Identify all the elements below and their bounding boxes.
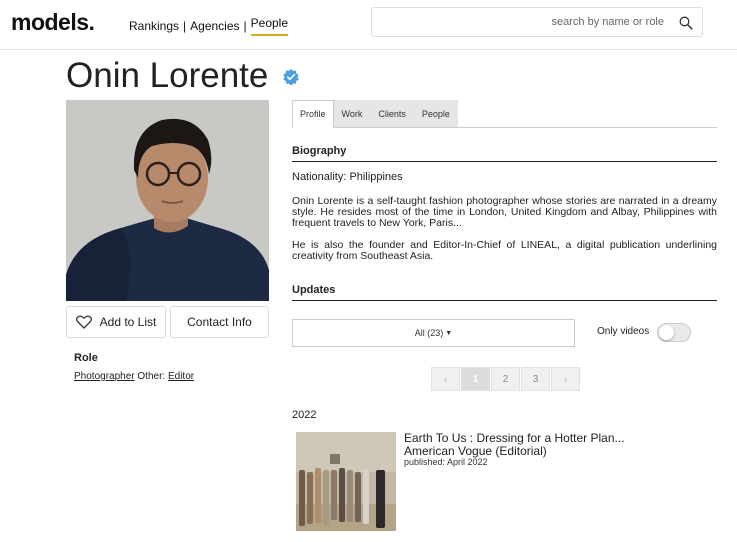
only-videos-label: Only videos <box>597 326 650 337</box>
tab-profile[interactable]: Profile <box>292 100 334 128</box>
profile-photo <box>66 100 269 301</box>
prev-page-button[interactable]: ‹ <box>431 367 460 391</box>
bio-paragraph-1: Onin Lorente is a self-taught fashion ph… <box>292 195 717 229</box>
updates-heading: Updates <box>292 284 717 301</box>
nav-separator: | <box>183 19 187 33</box>
only-videos-toggle[interactable] <box>657 323 691 342</box>
page-2-button[interactable]: 2 <box>491 367 520 391</box>
role-details: Photographer Other: Editor <box>74 371 194 382</box>
pagination: ‹ 1 2 3 › <box>431 367 581 391</box>
tab-clients[interactable]: Clients <box>370 100 414 127</box>
role-other-label: Other: <box>137 371 166 382</box>
updates-filter-dropdown[interactable]: All (23) ▼ <box>292 319 575 347</box>
bio-paragraph-2: He is also the founder and Editor-In-Chi… <box>292 239 717 262</box>
site-logo[interactable]: models. <box>11 9 95 36</box>
update-title[interactable]: Earth To Us : Dressing for a Hotter Plan… <box>404 431 625 445</box>
add-to-list-button[interactable]: Add to List <box>66 306 166 338</box>
biography-heading: Biography <box>292 145 717 162</box>
nav-rankings[interactable]: Rankings <box>129 19 179 33</box>
next-page-button[interactable]: › <box>551 367 580 391</box>
top-header: models. Rankings | Agencies | People <box>0 0 737 50</box>
search-box <box>371 7 703 37</box>
search-icon[interactable] <box>679 16 693 30</box>
search-input[interactable] <box>372 8 672 36</box>
verified-badge-icon <box>283 68 299 86</box>
toggle-knob <box>659 325 674 340</box>
nav-people[interactable]: People <box>250 16 289 36</box>
update-thumbnail[interactable] <box>296 432 396 531</box>
add-to-list-label: Add to List <box>99 315 157 329</box>
role-photographer-link[interactable]: Photographer <box>74 371 135 382</box>
nationality-text: Nationality: Philippines <box>292 171 403 183</box>
role-heading: Role <box>74 352 98 364</box>
contact-info-label: Contact Info <box>187 315 252 329</box>
update-subtitle: American Vogue (Editorial) <box>404 444 547 458</box>
tab-work[interactable]: Work <box>333 100 371 127</box>
nav-agencies[interactable]: Agencies <box>190 19 239 33</box>
nav-separator: | <box>243 19 247 33</box>
tab-people[interactable]: People <box>413 100 458 127</box>
profile-tabs: Profile Work Clients People <box>292 100 717 128</box>
contact-info-button[interactable]: Contact Info <box>170 306 269 338</box>
page-title: Onin Lorente <box>66 56 269 95</box>
caret-down-icon: ▼ <box>445 329 453 337</box>
update-date: published: April 2022 <box>404 457 488 467</box>
page-3-button[interactable]: 3 <box>521 367 550 391</box>
heart-icon <box>75 315 92 329</box>
page-1-button[interactable]: 1 <box>461 367 490 391</box>
main-nav: Rankings | Agencies | People <box>129 16 289 36</box>
role-editor-link[interactable]: Editor <box>168 371 194 382</box>
year-heading: 2022 <box>292 409 317 421</box>
filter-label: All (23) <box>414 328 444 338</box>
